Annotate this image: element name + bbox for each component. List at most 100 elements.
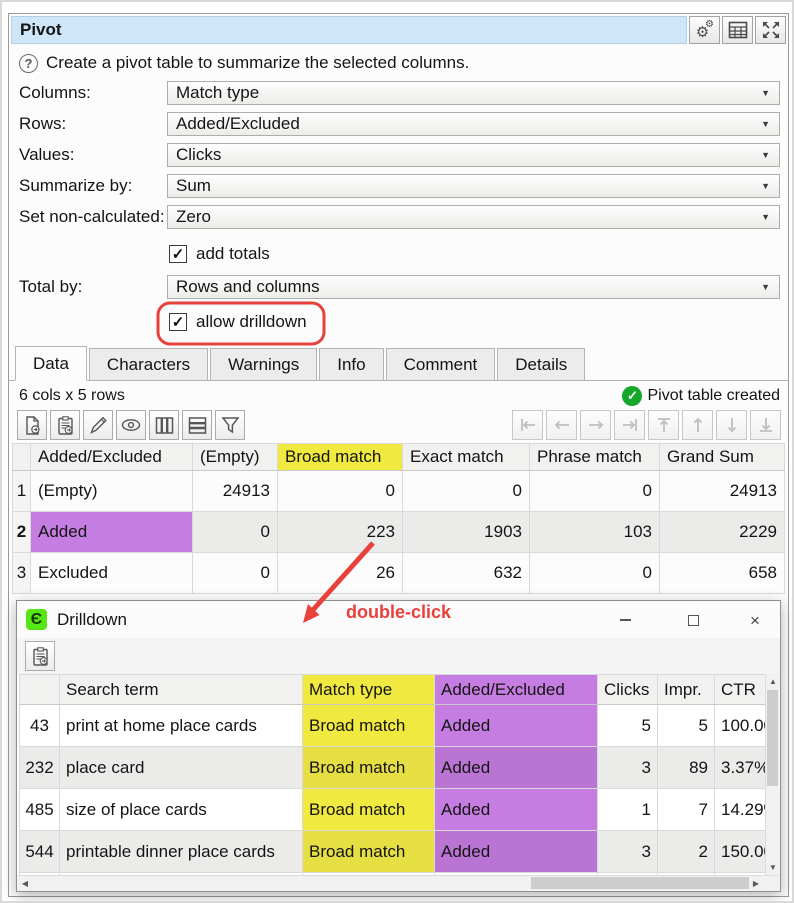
edit-values-button[interactable] xyxy=(83,410,113,440)
tab-comment[interactable]: Comment xyxy=(386,348,496,380)
maximize-button[interactable] xyxy=(678,607,708,633)
cell[interactable]: 150.00% xyxy=(715,831,766,873)
cell[interactable]: 632 xyxy=(403,553,530,594)
rows-select[interactable]: Added/Excluded ▼ xyxy=(167,112,780,136)
filter-button[interactable] xyxy=(215,410,245,440)
settings-button[interactable]: ⚙ ⚙ xyxy=(689,16,720,44)
row-number[interactable]: 232 xyxy=(20,747,60,789)
cell[interactable]: 5 xyxy=(598,705,658,747)
cell[interactable]: 223 xyxy=(278,512,403,553)
vertical-scrollbar[interactable]: ▲ ▼ xyxy=(765,674,779,875)
drilldown-titlebar[interactable]: Є Drilldown × xyxy=(17,601,780,638)
corner-header-cell[interactable] xyxy=(20,675,60,705)
column-header[interactable]: Exact match xyxy=(403,444,530,471)
close-button[interactable]: × xyxy=(740,607,770,633)
nav-next-column-button[interactable] xyxy=(580,410,611,440)
scroll-up-icon[interactable]: ▲ xyxy=(766,674,780,689)
cell[interactable]: 14.29% xyxy=(715,789,766,831)
cell-highlighted[interactable]: Broad match xyxy=(303,831,435,873)
cell-highlighted[interactable]: Added xyxy=(435,831,598,873)
column-header[interactable]: Grand Sum xyxy=(660,444,785,471)
scrollbar-thumb[interactable] xyxy=(531,877,749,889)
nav-prev-row-button[interactable] xyxy=(682,410,713,440)
cell[interactable]: 1 xyxy=(598,789,658,831)
column-header[interactable]: Clicks xyxy=(598,675,658,705)
view-values-button[interactable] xyxy=(116,410,146,440)
cell[interactable]: 7 xyxy=(658,789,715,831)
values-select[interactable]: Clicks ▼ xyxy=(167,143,780,167)
cell[interactable]: 3 xyxy=(598,747,658,789)
column-header[interactable]: CTR xyxy=(715,675,766,705)
summarize-by-select[interactable]: Sum ▼ xyxy=(167,174,780,198)
column-header-highlighted[interactable]: Broad match xyxy=(278,444,403,471)
cell[interactable]: 0 xyxy=(403,471,530,512)
column-header-highlighted[interactable]: Match type xyxy=(303,675,435,705)
cell-highlighted[interactable]: Added xyxy=(31,512,193,553)
nav-first-row-button[interactable] xyxy=(648,410,679,440)
columns-button[interactable] xyxy=(149,410,179,440)
expand-button[interactable] xyxy=(755,16,786,44)
row-number[interactable]: 43 xyxy=(20,705,60,747)
cell[interactable]: 5 xyxy=(658,705,715,747)
cell[interactable]: print at home place cards xyxy=(60,705,303,747)
cell[interactable]: printable dinner place cards xyxy=(60,831,303,873)
table-view-button[interactable] xyxy=(722,16,753,44)
cell[interactable]: (Empty) xyxy=(31,471,193,512)
cell[interactable]: 2229 xyxy=(660,512,785,553)
column-header[interactable]: Impr. xyxy=(658,675,715,705)
nav-first-column-button[interactable] xyxy=(512,410,543,440)
tab-warnings[interactable]: Warnings xyxy=(210,348,317,380)
cell[interactable]: 24913 xyxy=(660,471,785,512)
tab-details[interactable]: Details xyxy=(497,348,585,380)
row-number[interactable]: 3 xyxy=(13,553,31,594)
cell[interactable]: 3 xyxy=(598,831,658,873)
cell-highlighted[interactable]: Broad match xyxy=(303,705,435,747)
cell[interactable]: 0 xyxy=(530,553,660,594)
cell[interactable]: 0 xyxy=(278,471,403,512)
allow-drilldown-checkbox[interactable]: ✓ xyxy=(169,313,187,331)
nav-last-column-button[interactable] xyxy=(614,410,645,440)
cell[interactable]: 0 xyxy=(193,512,278,553)
cell-highlighted[interactable]: Broad match xyxy=(303,747,435,789)
cell[interactable]: 3.37% xyxy=(715,747,766,789)
help-icon[interactable]: ? xyxy=(19,54,38,73)
cell[interactable]: Excluded xyxy=(31,553,193,594)
scroll-left-icon[interactable]: ◀ xyxy=(18,876,32,891)
corner-header-cell[interactable] xyxy=(13,444,31,471)
nav-last-row-button[interactable] xyxy=(750,410,781,440)
cell[interactable]: 658 xyxy=(660,553,785,594)
cell-highlighted[interactable]: Added xyxy=(435,747,598,789)
row-number[interactable]: 485 xyxy=(20,789,60,831)
copy-clipboard-button[interactable] xyxy=(50,410,80,440)
total-by-select[interactable]: Rows and columns ▼ xyxy=(167,275,780,299)
tab-data[interactable]: Data xyxy=(15,346,87,381)
tab-characters[interactable]: Characters xyxy=(89,348,208,380)
minimize-button[interactable] xyxy=(610,607,640,633)
cell[interactable]: 100.00% xyxy=(715,705,766,747)
add-totals-checkbox[interactable]: ✓ xyxy=(169,245,187,263)
cell-highlighted[interactable]: Added xyxy=(435,705,598,747)
cell[interactable]: 24913 xyxy=(193,471,278,512)
cell-highlighted[interactable]: Broad match xyxy=(303,789,435,831)
horizontal-scrollbar[interactable]: ◀ ▶ xyxy=(18,875,779,890)
drilldown-copy-clipboard-button[interactable] xyxy=(25,641,55,671)
columns-select[interactable]: Match type ▼ xyxy=(167,81,780,105)
scroll-down-icon[interactable]: ▼ xyxy=(766,860,780,875)
row-number[interactable]: 2 xyxy=(13,512,31,553)
export-file-button[interactable] xyxy=(17,410,47,440)
column-header[interactable]: Added/Excluded xyxy=(31,444,193,471)
set-non-calculated-select[interactable]: Zero ▼ xyxy=(167,205,780,229)
cell[interactable]: 0 xyxy=(193,553,278,594)
column-header[interactable]: Phrase match xyxy=(530,444,660,471)
column-header[interactable]: (Empty) xyxy=(193,444,278,471)
cell[interactable]: 1903 xyxy=(403,512,530,553)
cell[interactable]: place card xyxy=(60,747,303,789)
column-header[interactable]: Search term xyxy=(60,675,303,705)
rows-button[interactable] xyxy=(182,410,212,440)
column-header-highlighted[interactable]: Added/Excluded xyxy=(435,675,598,705)
cell[interactable]: 2 xyxy=(658,831,715,873)
nav-next-row-button[interactable] xyxy=(716,410,747,440)
row-number[interactable]: 1 xyxy=(13,471,31,512)
tab-info[interactable]: Info xyxy=(319,348,383,380)
cell[interactable]: 26 xyxy=(278,553,403,594)
